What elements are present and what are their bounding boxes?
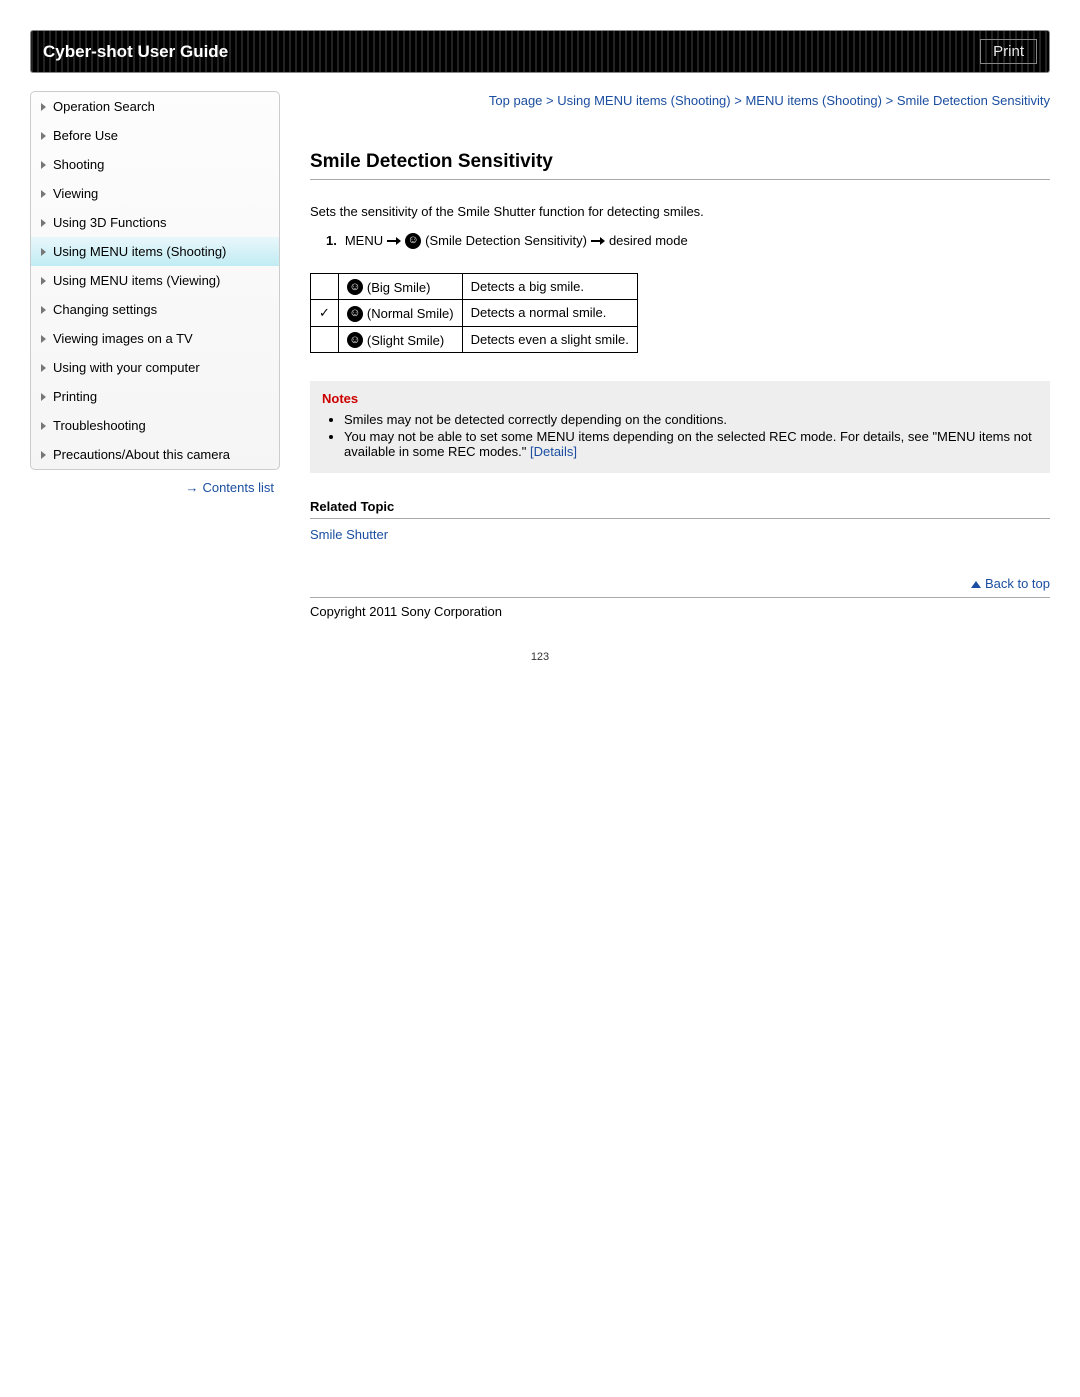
notes-heading: Notes bbox=[322, 391, 1038, 406]
related-topic-heading: Related Topic bbox=[310, 499, 1050, 519]
page-number: 123 bbox=[0, 651, 1080, 663]
sidebar-nav: Operation Search Before Use Shooting Vie… bbox=[30, 91, 280, 470]
table-row: ☺ (Slight Smile) Detects even a slight sm… bbox=[311, 326, 638, 353]
smile-icon: ☺ bbox=[347, 306, 363, 322]
step-number: 1. bbox=[326, 233, 337, 248]
sidebar-item-shooting[interactable]: Shooting bbox=[31, 150, 279, 179]
arrow-right-icon bbox=[591, 237, 605, 245]
sidebar-item-menu-shooting[interactable]: Using MENU items (Shooting) bbox=[31, 237, 279, 266]
breadcrumb-top[interactable]: Top page bbox=[489, 93, 543, 108]
print-button[interactable]: Print bbox=[980, 39, 1037, 64]
table-row: ☺ (Big Smile) Detects a big smile. bbox=[311, 273, 638, 300]
arrow-right-icon bbox=[387, 237, 401, 245]
arrow-right-icon: → bbox=[185, 480, 198, 495]
sidebar-item-menu-viewing[interactable]: Using MENU items (Viewing) bbox=[31, 266, 279, 295]
option-label: (Big Smile) bbox=[367, 280, 431, 295]
copyright-text: Copyright 2011 Sony Corporation bbox=[310, 604, 1050, 619]
sidebar-item-operation-search[interactable]: Operation Search bbox=[31, 92, 279, 121]
step-menu-label: MENU bbox=[345, 233, 383, 248]
option-label: (Slight Smile) bbox=[367, 333, 444, 348]
details-link[interactable]: [Details] bbox=[530, 444, 577, 459]
smile-icon: ☺ bbox=[347, 279, 363, 295]
step-desired: desired mode bbox=[609, 233, 688, 248]
contents-list-link[interactable]: →Contents list bbox=[185, 480, 274, 495]
sidebar-item-viewing[interactable]: Viewing bbox=[31, 179, 279, 208]
sidebar-item-3d-functions[interactable]: Using 3D Functions bbox=[31, 208, 279, 237]
smile-icon: ☺ bbox=[347, 332, 363, 348]
triangle-up-icon bbox=[971, 581, 981, 588]
operation-step: 1. MENU ☺ (Smile Detection Sensitivity) … bbox=[326, 233, 1050, 249]
divider bbox=[310, 597, 1050, 598]
table-row: ✓ ☺ (Normal Smile) Detects a normal smile… bbox=[311, 300, 638, 327]
breadcrumb-b[interactable]: MENU items (Shooting) bbox=[745, 93, 882, 108]
option-desc: Detects a normal smile. bbox=[462, 300, 637, 327]
intro-text: Sets the sensitivity of the Smile Shutte… bbox=[310, 204, 1050, 219]
sidebar-item-precautions[interactable]: Precautions/About this camera bbox=[31, 440, 279, 469]
main-content: Top page > Using MENU items (Shooting) >… bbox=[310, 91, 1050, 619]
sidebar-item-changing-settings[interactable]: Changing settings bbox=[31, 295, 279, 324]
smile-icon: ☺ bbox=[405, 233, 421, 249]
page-title: Smile Detection Sensitivity bbox=[310, 151, 1050, 180]
option-label: (Normal Smile) bbox=[367, 306, 454, 321]
sidebar-item-computer[interactable]: Using with your computer bbox=[31, 353, 279, 382]
check-cell: ✓ bbox=[311, 300, 339, 327]
back-to-top-link[interactable]: Back to top bbox=[310, 576, 1050, 591]
breadcrumb: Top page > Using MENU items (Shooting) >… bbox=[310, 91, 1050, 111]
header-bar: Cyber-shot User Guide Print bbox=[30, 30, 1050, 73]
breadcrumb-current: Smile Detection Sensitivity bbox=[897, 93, 1050, 108]
option-desc: Detects a big smile. bbox=[462, 273, 637, 300]
options-table: ☺ (Big Smile) Detects a big smile. ✓ ☺ (No… bbox=[310, 273, 638, 354]
sidebar-item-printing[interactable]: Printing bbox=[31, 382, 279, 411]
check-cell bbox=[311, 273, 339, 300]
sidebar-item-troubleshooting[interactable]: Troubleshooting bbox=[31, 411, 279, 440]
sidebar-item-before-use[interactable]: Before Use bbox=[31, 121, 279, 150]
sidebar: Operation Search Before Use Shooting Vie… bbox=[30, 91, 280, 619]
step-paren: (Smile Detection Sensitivity) bbox=[425, 233, 587, 248]
note-item: You may not be able to set some MENU ite… bbox=[344, 429, 1038, 459]
related-topic-link[interactable]: Smile Shutter bbox=[310, 527, 388, 542]
notes-box: Notes Smiles may not be detected correct… bbox=[310, 381, 1050, 473]
note-item: Smiles may not be detected correctly dep… bbox=[344, 412, 1038, 427]
option-desc: Detects even a slight smile. bbox=[462, 326, 637, 353]
breadcrumb-a[interactable]: Using MENU items (Shooting) bbox=[557, 93, 730, 108]
check-cell bbox=[311, 326, 339, 353]
sidebar-item-tv[interactable]: Viewing images on a TV bbox=[31, 324, 279, 353]
header-title: Cyber-shot User Guide bbox=[43, 42, 228, 62]
